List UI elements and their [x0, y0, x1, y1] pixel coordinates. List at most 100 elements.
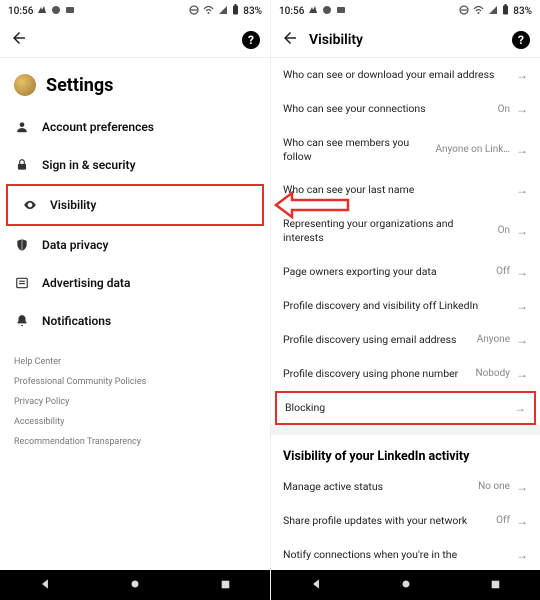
- page-title: Visibility: [309, 32, 363, 48]
- nav-label: Advertising data: [42, 276, 130, 290]
- chevron-right-icon: →: [516, 68, 528, 82]
- dnd-icon: [189, 5, 199, 18]
- nav-label: Notifications: [42, 314, 111, 328]
- row-value: Nobody: [475, 368, 510, 379]
- chevron-right-icon: →: [516, 143, 528, 157]
- row-blocking[interactable]: Blocking →: [275, 391, 536, 425]
- chevron-right-icon: →: [516, 367, 528, 381]
- row-label: Profile discovery and visibility off Lin…: [283, 299, 504, 313]
- back-button[interactable]: [10, 29, 28, 51]
- row-label: Who can see or download your email addre…: [283, 68, 504, 82]
- row-label: Profile discovery using email address: [283, 333, 471, 347]
- footer-recommendation-transparency[interactable]: Recommendation Transparency: [14, 432, 256, 452]
- app-icon-1: [37, 5, 47, 18]
- nav-label: Sign in & security: [42, 158, 136, 172]
- chevron-right-icon: →: [516, 224, 528, 238]
- nav-account-preferences[interactable]: Account preferences: [0, 108, 270, 146]
- row-notify-connections[interactable]: Notify connections when you're in the →: [271, 538, 540, 570]
- chevron-right-icon: →: [516, 514, 528, 528]
- newspaper-icon: [14, 275, 30, 291]
- row-value: Anyone on Link…: [435, 144, 510, 155]
- eye-icon: [22, 197, 38, 213]
- android-recent-button[interactable]: [219, 576, 232, 595]
- chevron-right-icon: →: [516, 548, 528, 562]
- lock-icon: [14, 157, 30, 173]
- row-email-address[interactable]: Who can see or download your email addre…: [271, 58, 540, 92]
- app-icon-2: [322, 5, 332, 18]
- nav-sign-in-security[interactable]: Sign in & security: [0, 146, 270, 184]
- status-time: 10:56: [279, 6, 304, 17]
- chevron-right-icon: →: [516, 299, 528, 313]
- app-icon-3: [336, 5, 346, 18]
- android-recent-button[interactable]: [489, 576, 502, 595]
- help-button[interactable]: ?: [242, 31, 260, 49]
- help-button[interactable]: ?: [512, 31, 530, 49]
- android-back-button[interactable]: [38, 576, 52, 595]
- row-connections[interactable]: Who can see your connections On →: [271, 92, 540, 126]
- row-members-you-follow[interactable]: Who can see members you follow Anyone on…: [271, 126, 540, 173]
- avatar[interactable]: [14, 74, 36, 96]
- row-label: Notify connections when you're in the: [283, 548, 504, 562]
- footer-links: Help Center Professional Community Polic…: [0, 344, 270, 460]
- row-organizations[interactable]: Representing your organizations and inte…: [271, 207, 540, 254]
- row-share-profile-updates[interactable]: Share profile updates with your network …: [271, 504, 540, 538]
- chevron-right-icon: →: [516, 102, 528, 116]
- page-title: Settings: [46, 75, 113, 96]
- row-value: On: [498, 104, 510, 115]
- row-label: Who can see members you follow: [283, 136, 429, 163]
- row-discovery-off-linkedin[interactable]: Profile discovery and visibility off Lin…: [271, 289, 540, 323]
- app-bar: ?: [0, 22, 270, 58]
- row-active-status[interactable]: Manage active status No one →: [271, 470, 540, 504]
- android-home-button[interactable]: [128, 576, 142, 595]
- status-time: 10:56: [8, 6, 33, 17]
- android-home-button[interactable]: [399, 576, 413, 595]
- status-bar: 10:56 83%: [0, 0, 270, 22]
- nav-notifications[interactable]: Notifications: [0, 302, 270, 340]
- row-label: Share profile updates with your network: [283, 514, 490, 528]
- android-nav-bar: [271, 570, 540, 600]
- nav-visibility[interactable]: Visibility: [6, 184, 264, 226]
- bell-icon: [14, 313, 30, 329]
- nav-label: Data privacy: [42, 238, 109, 252]
- footer-accessibility[interactable]: Accessibility: [14, 412, 256, 432]
- chevron-right-icon: →: [516, 333, 528, 347]
- status-battery: 83%: [513, 6, 532, 17]
- footer-help-center[interactable]: Help Center: [14, 352, 256, 372]
- chevron-right-icon: →: [516, 183, 528, 197]
- signal-icon: [488, 5, 498, 18]
- row-value: Off: [496, 266, 510, 277]
- battery-icon: [232, 4, 239, 18]
- row-discovery-phone[interactable]: Profile discovery using phone number Nob…: [271, 357, 540, 391]
- back-button[interactable]: [281, 29, 299, 51]
- row-page-owners-export[interactable]: Page owners exporting your data Off →: [271, 255, 540, 289]
- settings-nav: Account preferences Sign in & security V…: [0, 104, 270, 344]
- row-discovery-email[interactable]: Profile discovery using email address An…: [271, 323, 540, 357]
- footer-community-policies[interactable]: Professional Community Policies: [14, 372, 256, 392]
- row-label: Representing your organizations and inte…: [283, 217, 492, 244]
- footer-privacy-policy[interactable]: Privacy Policy: [14, 392, 256, 412]
- nav-data-privacy[interactable]: Data privacy: [0, 226, 270, 264]
- row-last-name[interactable]: Who can see your last name →: [271, 173, 540, 207]
- app-icon-2: [51, 5, 61, 18]
- settings-header: Settings: [0, 58, 270, 104]
- nav-label: Visibility: [50, 198, 96, 212]
- row-label: Blocking: [285, 401, 502, 415]
- visibility-list: Who can see or download your email addre…: [271, 58, 540, 570]
- row-label: Who can see your last name: [283, 183, 504, 197]
- right-screenshot: 10:56 83%: [270, 0, 540, 600]
- wifi-icon: [473, 5, 484, 18]
- row-value: Off: [496, 515, 510, 526]
- section-header-activity: Visibility of your LinkedIn activity: [271, 435, 540, 470]
- row-label: Page owners exporting your data: [283, 265, 490, 279]
- row-value: Anyone: [477, 334, 510, 345]
- left-screenshot: 10:56 83%: [0, 0, 270, 600]
- nav-label: Account preferences: [42, 120, 154, 134]
- app-icon-1: [308, 5, 318, 18]
- row-value: No one: [478, 481, 510, 492]
- nav-advertising-data[interactable]: Advertising data: [0, 264, 270, 302]
- app-icon-3: [65, 5, 75, 18]
- android-back-button[interactable]: [309, 576, 323, 595]
- person-icon: [14, 119, 30, 135]
- chevron-right-icon: →: [516, 265, 528, 279]
- status-bar: 10:56 83%: [271, 0, 540, 22]
